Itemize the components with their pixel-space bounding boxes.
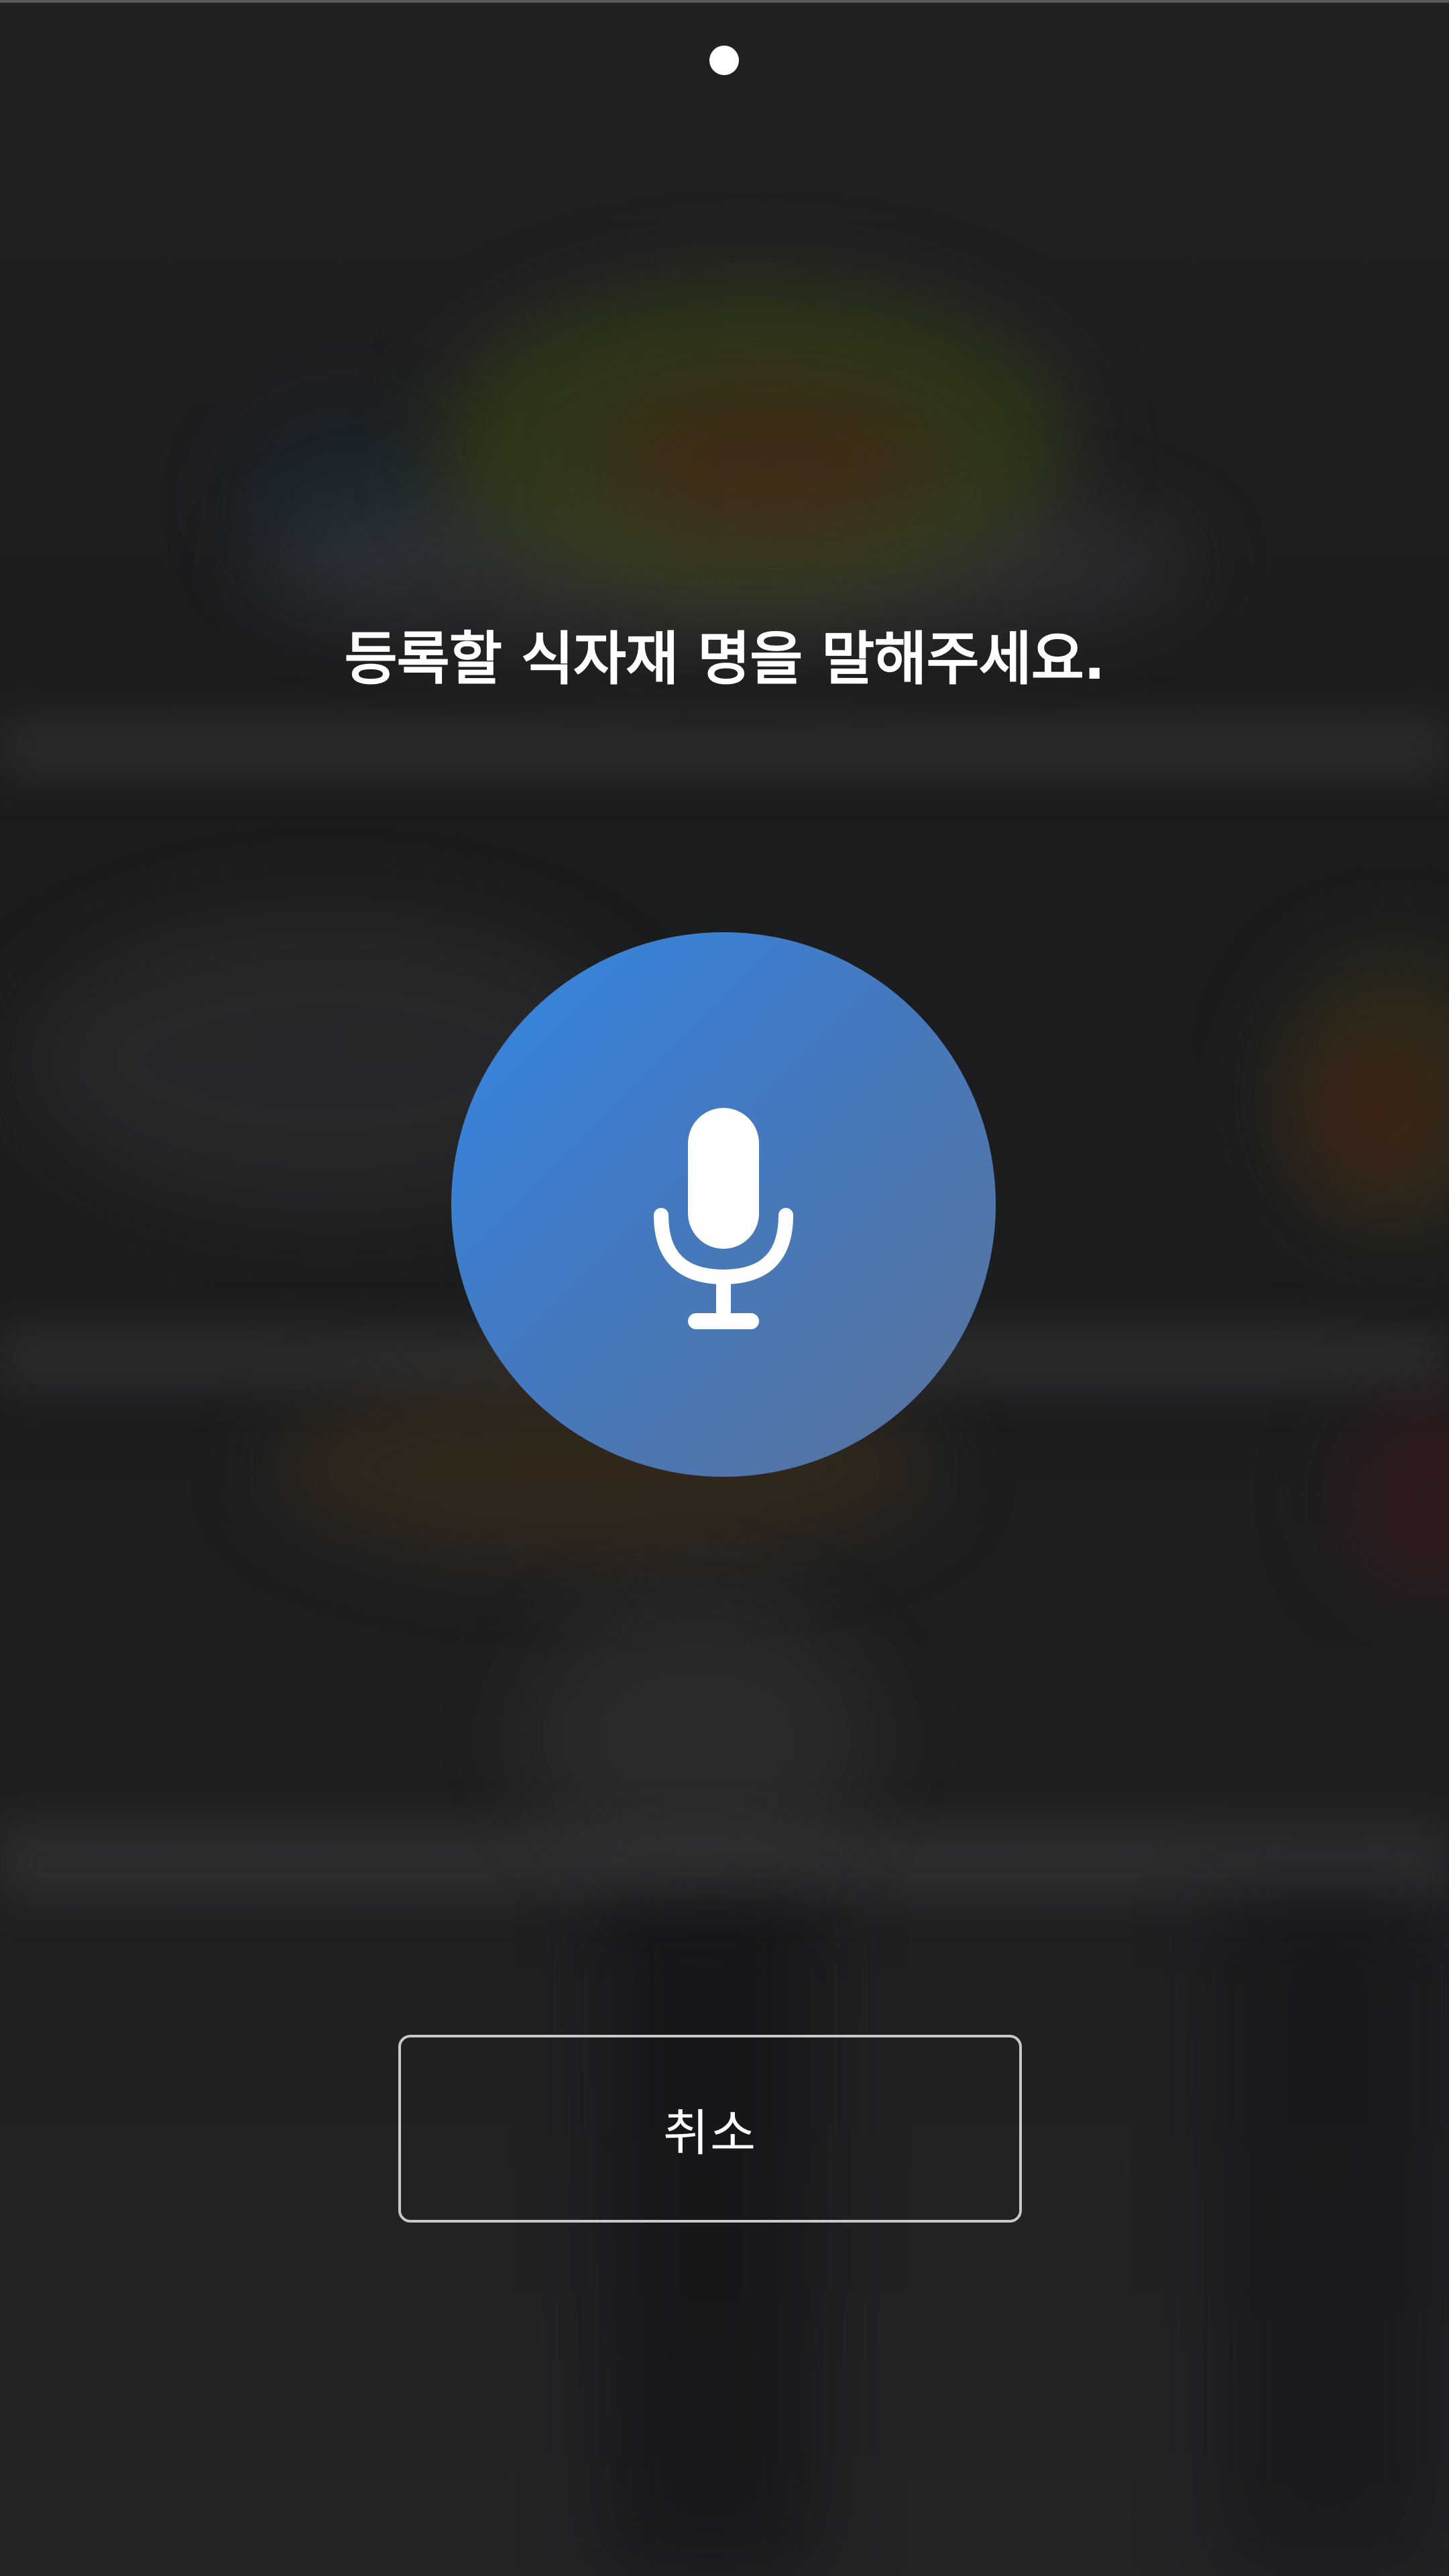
background-blur-shape [1274, 952, 1449, 1234]
page-indicator-dot [709, 46, 739, 75]
background-blur-shape [603, 376, 939, 550]
voice-input-screen: 등록할 식자재 명을 말해주세요. 취소 [0, 0, 1449, 2576]
fridge-shelf [0, 718, 1449, 778]
background-blur-shape [1220, 1891, 1435, 2576]
voice-prompt-text: 등록할 식자재 명을 말해주세요. [344, 626, 1105, 693]
microphone-icon [654, 1108, 793, 1329]
background-blur-shape [1341, 1395, 1449, 1596]
background-blur-shape [241, 416, 456, 590]
cancel-button-label: 취소 [662, 2104, 758, 2162]
top-edge-line [0, 0, 1449, 3]
background-blur-shape [603, 1891, 818, 2576]
background-blur-shape [436, 282, 1073, 604]
background-blur-shape [523, 1596, 872, 1878]
background-blur-shape [1308, 1046, 1442, 1180]
cancel-button[interactable]: 취소 [398, 2035, 1022, 2223]
fridge-shelf [0, 1824, 1449, 1898]
